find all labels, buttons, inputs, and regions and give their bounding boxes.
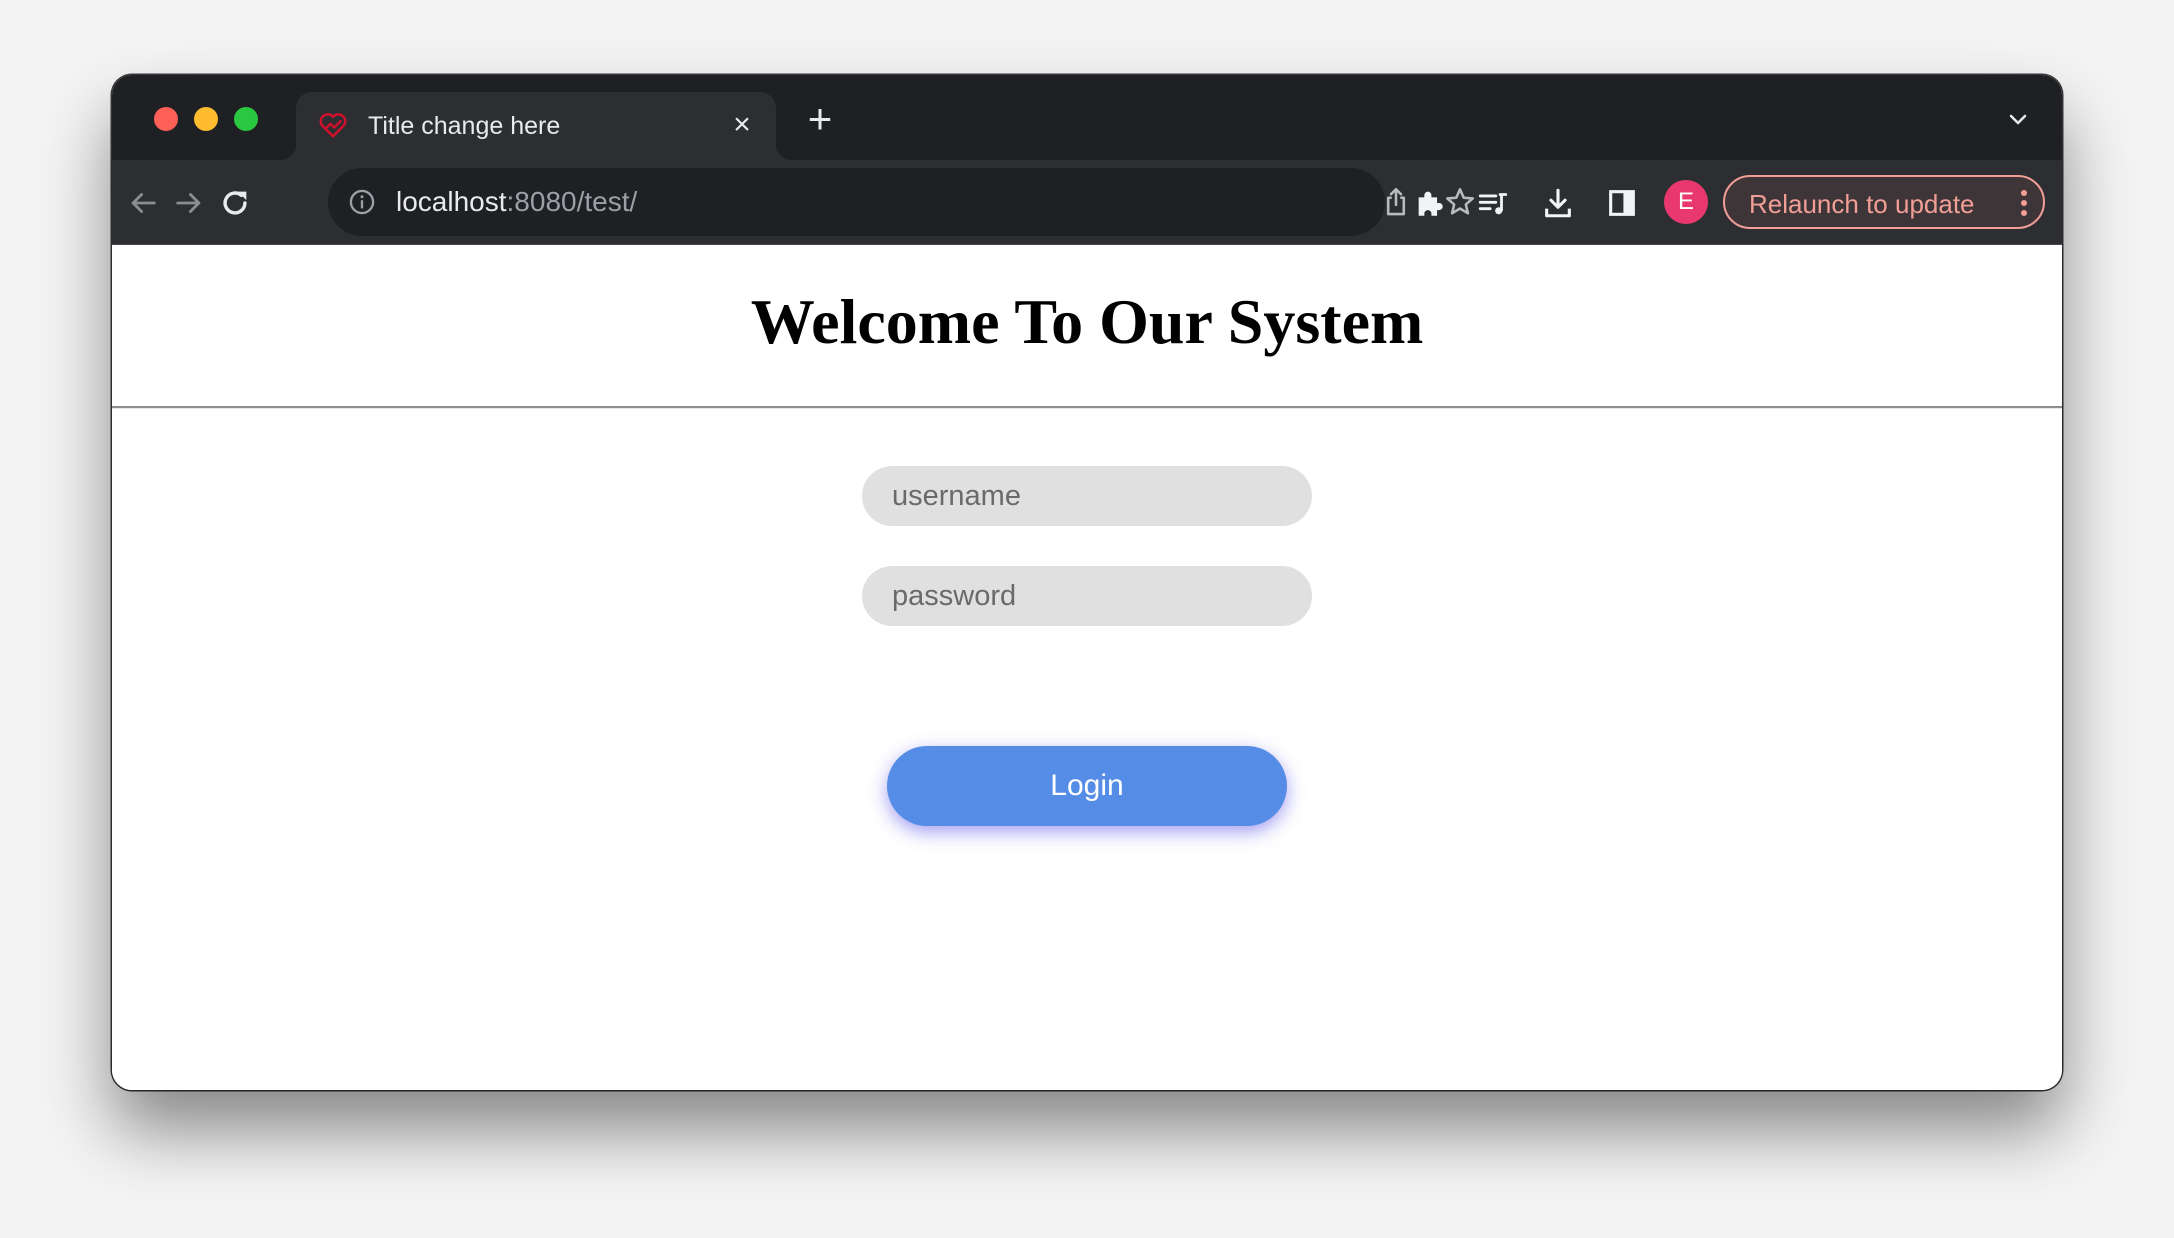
more-vertical-icon[interactable] [2019, 189, 2029, 217]
download-icon[interactable] [1541, 186, 1575, 220]
info-icon[interactable] [348, 188, 376, 216]
media-controls-icon[interactable] [1476, 186, 1510, 220]
url-host: localhost [396, 186, 507, 217]
relaunch-to-update-button[interactable]: Relaunch to update [1723, 175, 2045, 229]
close-window-button[interactable] [154, 107, 178, 131]
close-tab-icon[interactable]: × [726, 109, 758, 141]
forward-arrow-icon[interactable] [172, 186, 206, 220]
heart-pulse-icon [319, 113, 347, 138]
url-text[interactable]: localhost:8080/test/ [396, 186, 637, 218]
browser-window: Title change here × + localhost:8080/tes… [112, 75, 2062, 1090]
tab-title: Title change here [368, 112, 561, 140]
tab-strip: Title change here × + [112, 75, 2062, 160]
maximize-window-button[interactable] [234, 107, 258, 131]
url-path: :8080/test/ [506, 186, 638, 217]
relaunch-label: Relaunch to update [1749, 189, 1975, 219]
reload-icon[interactable] [218, 186, 252, 220]
chevron-down-icon[interactable] [2006, 107, 2030, 131]
share-icon[interactable] [1379, 185, 1413, 219]
back-arrow-icon[interactable] [126, 186, 160, 220]
password-input[interactable] [862, 566, 1312, 626]
username-input[interactable] [862, 466, 1312, 526]
page-title: Welcome To Our System [750, 286, 1424, 357]
tab-active[interactable]: Title change here × [280, 92, 792, 160]
toolbar: localhost:8080/test/ E Relaunch to updat… [112, 160, 2062, 245]
address-bar[interactable]: localhost:8080/test/ [328, 168, 1475, 236]
profile-avatar[interactable]: E [1664, 180, 1708, 224]
bookmark-star-icon[interactable] [1443, 185, 1477, 219]
side-panel-icon[interactable] [1605, 186, 1639, 220]
new-tab-button[interactable]: + [802, 98, 838, 140]
minimize-window-button[interactable] [194, 107, 218, 131]
page-content: Welcome To Our System Login [112, 245, 2062, 1090]
extensions-puzzle-icon[interactable] [1413, 186, 1447, 220]
header-divider [112, 406, 2062, 409]
login-button[interactable]: Login [887, 746, 1287, 826]
